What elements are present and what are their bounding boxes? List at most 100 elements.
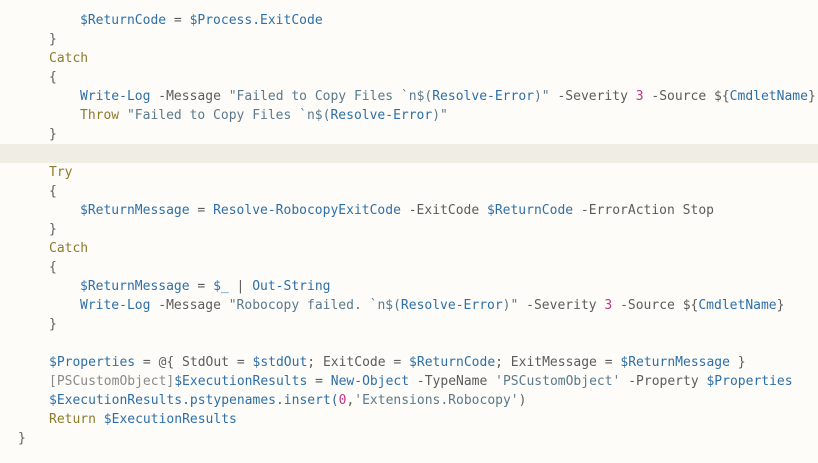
code-line[interactable]: $ExecutionResults.pstypenames.insert(0,'… — [0, 391, 818, 410]
code-token: .ExitCode — [252, 13, 323, 28]
code-token: } — [49, 127, 57, 142]
code-line[interactable]: Return $ExecutionResults — [0, 410, 818, 429]
code-line[interactable]: $Properties = @{ StdOut = $stdOut; ExitC… — [0, 353, 818, 372]
code-line-text: { — [49, 258, 57, 277]
code-line[interactable]: Write-Log -Message "Robocopy failed. `n$… — [0, 296, 818, 315]
code-token: -Severity — [518, 298, 605, 313]
code-token: } — [49, 317, 57, 332]
code-line-text: $ExecutionResults.pstypenames.insert(0,'… — [49, 391, 526, 410]
code-token: } — [49, 32, 57, 47]
code-token: Resolve-Error — [400, 298, 503, 313]
code-token: CmdletName — [698, 298, 777, 313]
code-line-text: $Properties = @{ StdOut = $stdOut; ExitC… — [49, 353, 746, 372]
code-token: ${ — [714, 89, 730, 104]
code-token: Return — [49, 412, 96, 427]
code-line-text: Write-Log -Message "Failed to Copy Files… — [80, 87, 816, 106]
code-token: Throw — [80, 108, 120, 123]
code-token: -ExitCode — [400, 203, 487, 218]
code-token: 'Extensions.Robocopy' — [354, 393, 519, 408]
code-token: -Message — [150, 298, 229, 313]
code-line[interactable]: Catch — [0, 49, 818, 68]
code-token: -Severity — [549, 89, 636, 104]
code-token: $ExecutionResults — [49, 393, 183, 408]
code-token: = — [189, 203, 214, 218]
code-token: ) — [518, 393, 527, 408]
code-line[interactable]: { — [0, 68, 818, 87]
code-token: $ExecutionResults — [174, 374, 308, 389]
code-token: New-Object — [330, 374, 410, 389]
code-line-text: Write-Log -Message "Robocopy failed. `n$… — [80, 296, 784, 315]
code-token: $ReturnMessage — [80, 203, 190, 218]
code-token: } — [18, 431, 26, 446]
code-line-text: $ReturnMessage = $_ | Out-String — [80, 277, 330, 296]
code-line[interactable]: } — [0, 315, 818, 334]
code-token: -TypeName — [409, 374, 496, 389]
code-token: $ReturnCode — [409, 355, 496, 370]
code-token: 'PSCustomObject' — [495, 374, 621, 389]
code-token: $ReturnMessage — [80, 279, 190, 294]
code-token: )" — [502, 298, 519, 313]
code-token: { — [49, 260, 57, 275]
code-line[interactable]: Catch — [0, 239, 818, 258]
code-line-text: Catch — [49, 239, 88, 258]
code-line[interactable]: { — [0, 258, 818, 277]
code-line-text: } — [18, 429, 26, 448]
code-token: $ReturnMessage — [620, 355, 730, 370]
code-line[interactable]: [PSCustomObject]$ExecutionResults = New-… — [0, 372, 818, 391]
code-token: Try — [49, 165, 73, 180]
code-token: Resolve-RobocopyExitCode — [213, 203, 401, 218]
code-token: )" — [432, 108, 448, 123]
code-token: $Properties — [706, 374, 793, 389]
code-token: Write-Log — [80, 89, 151, 104]
code-token: = — [189, 279, 214, 294]
code-token: ; ExitMessage = — [495, 355, 621, 370]
code-line-text: [PSCustomObject]$ExecutionResults = New-… — [49, 372, 793, 391]
code-token: "Failed to Copy Files `n$( — [119, 108, 331, 123]
code-line-text: $ReturnMessage = Resolve-RobocopyExitCod… — [80, 201, 714, 220]
code-editor[interactable]: $ReturnCode = $Process.ExitCode} Catch {Wr… — [0, 0, 818, 463]
code-line-text: Throw "Failed to Copy Files `n$(Resolve-… — [80, 106, 448, 125]
code-token: $ExecutionResults — [103, 412, 237, 427]
code-line[interactable]: $ReturnMessage = $_ | Out-String — [0, 277, 818, 296]
code-line[interactable] — [0, 144, 818, 163]
code-line[interactable]: $ReturnMessage = Resolve-RobocopyExitCod… — [0, 201, 818, 220]
code-line-text: } — [49, 220, 57, 239]
code-token: $ReturnCode — [80, 13, 167, 28]
code-line-text: { — [49, 68, 57, 87]
code-line-text: } — [49, 125, 57, 144]
code-line[interactable]: Throw "Failed to Copy Files `n$(Resolve-… — [0, 106, 818, 125]
code-line-text: Return $ExecutionResults — [49, 410, 237, 429]
code-line[interactable]: } — [0, 429, 818, 448]
code-line-text: Catch — [49, 49, 88, 68]
code-token: "Failed to Copy Files `n$( — [228, 89, 433, 104]
code-line[interactable] — [0, 334, 818, 353]
code-line[interactable]: } — [0, 125, 818, 144]
code-token: ${ — [682, 298, 699, 313]
code-token: = @{ StdOut = — [135, 355, 253, 370]
code-line-text: Try — [49, 163, 72, 182]
code-line[interactable]: Try — [0, 163, 818, 182]
code-line[interactable]: { — [0, 182, 818, 201]
code-line-text: } — [49, 315, 57, 334]
code-token: } — [729, 355, 746, 370]
code-line-text: $ReturnCode = $Process.ExitCode — [80, 11, 323, 30]
code-line-text: { — [49, 182, 57, 201]
code-token: -Source — [643, 89, 715, 104]
code-line[interactable]: $ReturnCode = $Process.ExitCode — [0, 11, 818, 30]
code-token: Catch — [49, 241, 89, 256]
code-token: Write-Log — [80, 298, 151, 313]
code-line[interactable]: } — [0, 220, 818, 239]
code-token: )" — [533, 89, 550, 104]
code-token: "Robocopy failed. `n$( — [228, 298, 401, 313]
code-token: $stdOut — [252, 355, 308, 370]
code-line[interactable]: } — [0, 30, 818, 49]
code-token: CmdletName — [729, 89, 808, 104]
code-line[interactable]: Write-Log -Message "Failed to Copy Files… — [0, 87, 818, 106]
code-token: $ReturnCode — [487, 203, 574, 218]
code-token: -Message — [150, 89, 229, 104]
code-token: } — [807, 89, 816, 104]
code-token: = — [307, 374, 331, 389]
code-token: -Property — [620, 374, 707, 389]
code-token: 3 — [635, 89, 644, 104]
code-token: $Process — [189, 13, 253, 28]
